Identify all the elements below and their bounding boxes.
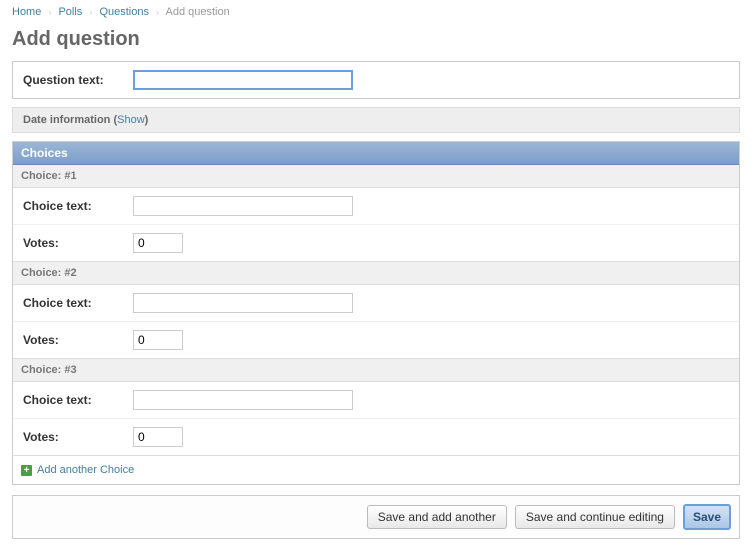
breadcrumb: Home › Polls › Questions › Add question	[0, 0, 752, 22]
choice-header: Choice: #2	[13, 262, 739, 285]
date-info-show-link[interactable]: Show	[117, 114, 145, 126]
date-info-header: Date information (Show)	[12, 107, 740, 133]
question-text-input[interactable]	[133, 70, 353, 90]
breadcrumb-sep: ›	[48, 7, 51, 17]
save-continue-button[interactable]: Save and continue editing	[515, 505, 675, 529]
votes-input[interactable]	[133, 427, 183, 447]
choice-2: Choice: #2 Choice text: Votes:	[13, 262, 739, 359]
choice-text-input[interactable]	[133, 293, 353, 313]
choice-text-label: Choice text:	[23, 199, 133, 213]
choice-text-row: Choice text:	[13, 285, 739, 322]
breadcrumb-current: Add question	[165, 6, 229, 18]
choice-text-label: Choice text:	[23, 393, 133, 407]
votes-label: Votes:	[23, 333, 133, 347]
question-text-row: Question text:	[13, 62, 739, 98]
date-info-label: Date information	[23, 114, 110, 126]
breadcrumb-sep: ›	[156, 7, 159, 17]
votes-label: Votes:	[23, 430, 133, 444]
save-add-another-button[interactable]: Save and add another	[367, 505, 507, 529]
choice-3: Choice: #3 Choice text: Votes:	[13, 359, 739, 456]
choice-text-row: Choice text:	[13, 188, 739, 225]
breadcrumb-polls[interactable]: Polls	[58, 6, 82, 18]
submit-row: Save and add another Save and continue e…	[12, 495, 740, 539]
votes-row: Votes:	[13, 419, 739, 455]
choice-1: Choice: #1 Choice text: Votes:	[13, 165, 739, 262]
votes-input[interactable]	[133, 330, 183, 350]
votes-row: Votes:	[13, 322, 739, 358]
choice-text-input[interactable]	[133, 390, 353, 410]
question-text-label: Question text:	[23, 73, 133, 87]
question-module: Question text:	[12, 61, 740, 99]
votes-label: Votes:	[23, 236, 133, 250]
add-another-choice-link[interactable]: Add another Choice	[37, 464, 134, 476]
choice-text-label: Choice text:	[23, 296, 133, 310]
content: Add question Question text: Date informa…	[0, 28, 752, 551]
choice-header: Choice: #3	[13, 359, 739, 382]
page-title: Add question	[12, 28, 740, 51]
save-button[interactable]: Save	[683, 504, 731, 530]
breadcrumb-sep: ›	[89, 7, 92, 17]
add-another-row: + Add another Choice	[13, 456, 739, 484]
plus-icon: +	[21, 465, 32, 476]
choices-group: Choices Choice: #1 Choice text: Votes: C…	[12, 141, 740, 485]
choice-text-row: Choice text:	[13, 382, 739, 419]
choice-text-input[interactable]	[133, 196, 353, 216]
breadcrumb-questions[interactable]: Questions	[99, 6, 149, 18]
votes-row: Votes:	[13, 225, 739, 261]
votes-input[interactable]	[133, 233, 183, 253]
breadcrumb-home[interactable]: Home	[12, 6, 41, 18]
choices-section-title: Choices	[13, 142, 739, 165]
choice-header: Choice: #1	[13, 165, 739, 188]
